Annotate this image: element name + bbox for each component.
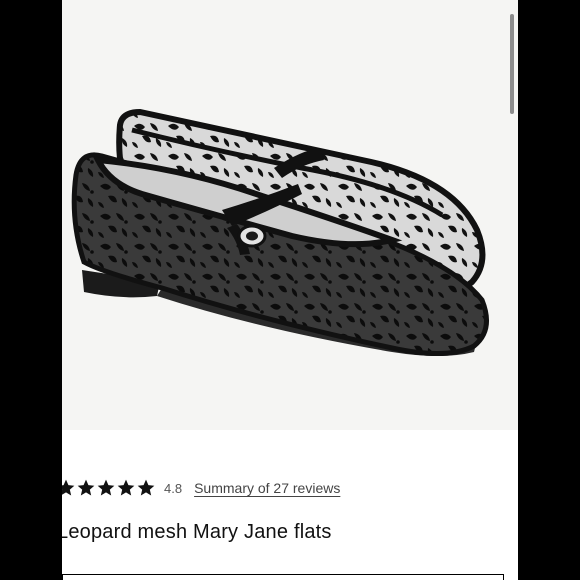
star-icon <box>77 479 95 496</box>
star-icon <box>117 479 135 496</box>
size-selector[interactable] <box>62 574 504 580</box>
star-icon <box>62 479 75 496</box>
rating-summary: 4.8 Summary of 27 reviews <box>62 476 340 500</box>
shoes-illustration <box>71 108 489 356</box>
reviews-summary-link[interactable]: Summary of 27 reviews <box>194 480 340 496</box>
right-frame-bar <box>518 0 580 580</box>
scrollbar-thumb[interactable] <box>510 14 514 114</box>
product-page: 4.8 Summary of 27 reviews Leopard mesh M… <box>62 0 518 580</box>
left-frame-bar <box>0 0 62 580</box>
star-icon <box>137 479 155 496</box>
star-rating <box>62 478 156 498</box>
product-image[interactable] <box>62 0 518 430</box>
star-icon <box>97 479 115 496</box>
product-title: Leopard mesh Mary Jane flats <box>62 521 332 543</box>
rating-value: 4.8 <box>164 480 183 496</box>
